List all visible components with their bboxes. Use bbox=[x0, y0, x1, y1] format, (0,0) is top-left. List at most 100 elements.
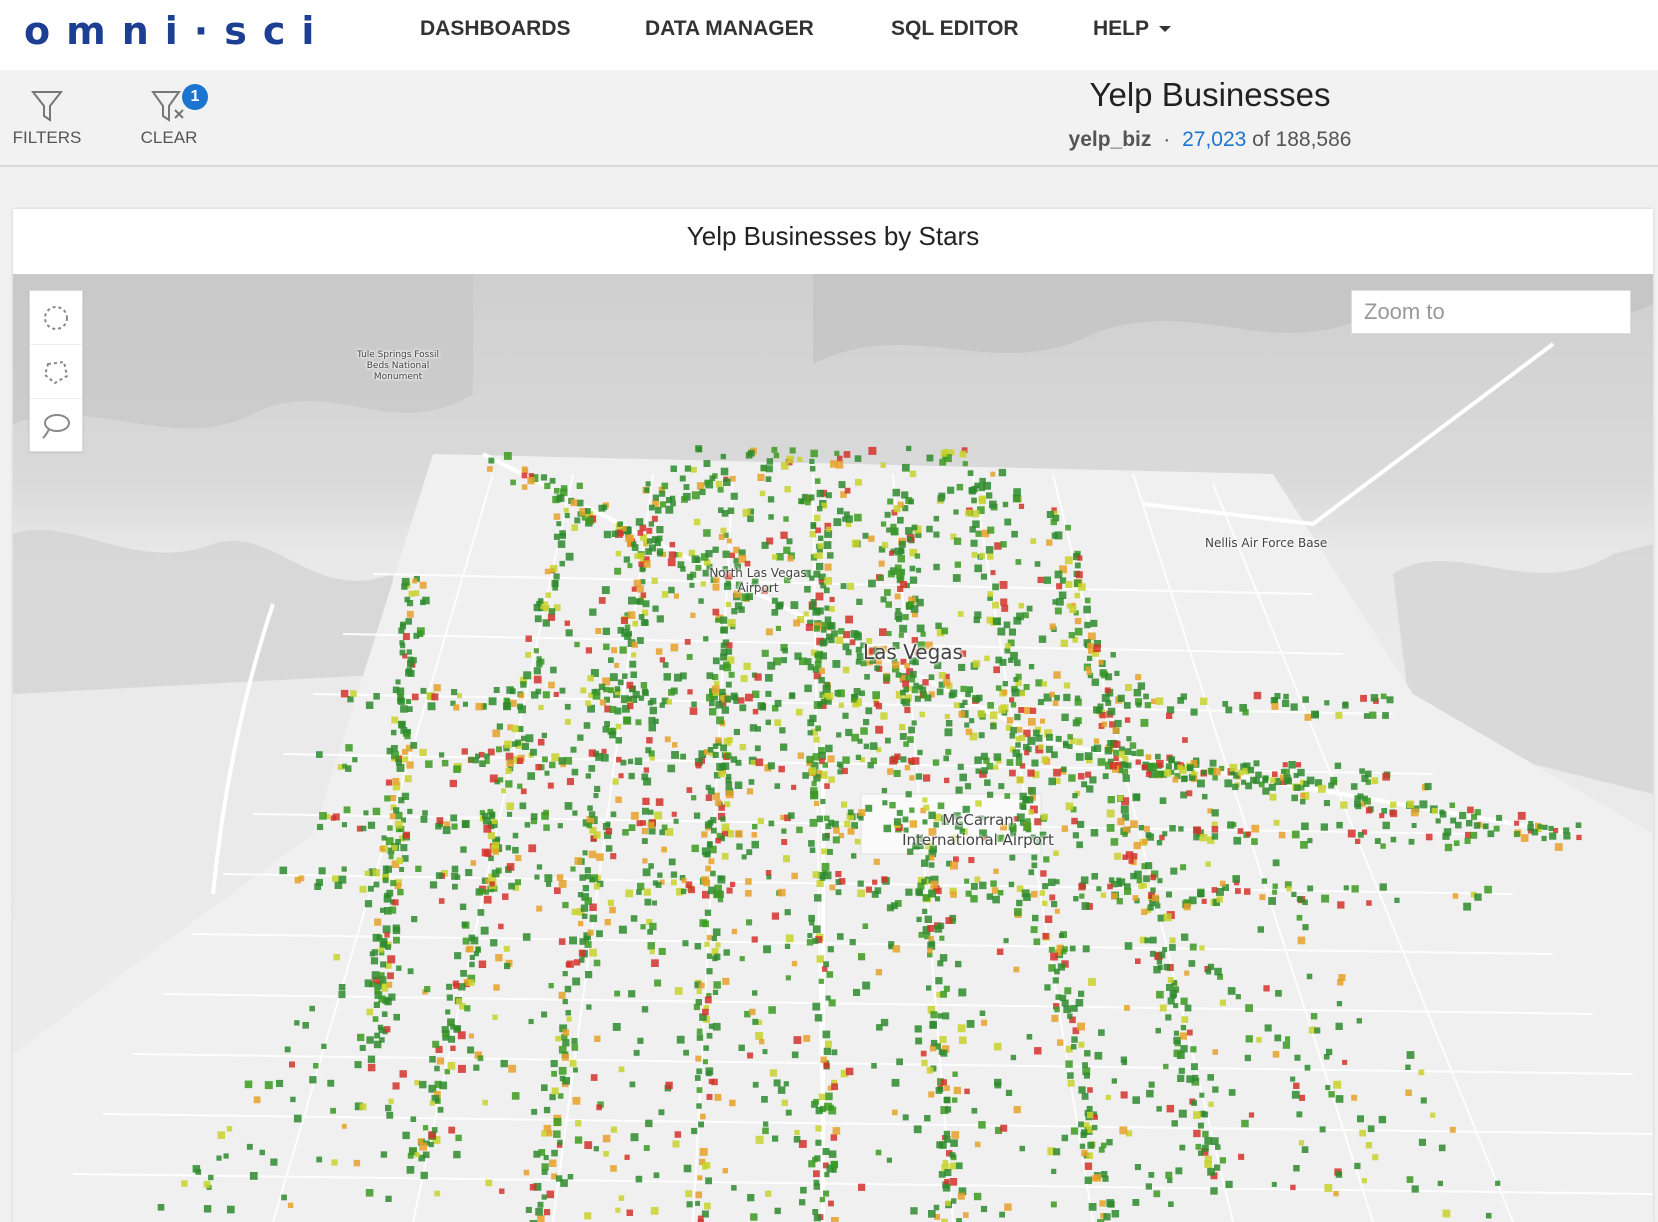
business-point bbox=[733, 557, 739, 564]
business-point bbox=[1000, 541, 1007, 548]
business-point bbox=[828, 622, 836, 630]
business-point bbox=[1299, 1094, 1306, 1101]
business-point bbox=[659, 657, 665, 663]
business-point bbox=[800, 1186, 807, 1194]
dashboard-title[interactable]: Yelp Businesses bbox=[1000, 76, 1420, 114]
business-point bbox=[359, 1103, 367, 1111]
business-point bbox=[921, 878, 927, 885]
business-point bbox=[1074, 617, 1082, 625]
business-point bbox=[543, 1209, 551, 1216]
business-point bbox=[503, 945, 510, 952]
business-point bbox=[816, 489, 824, 498]
business-point bbox=[1065, 581, 1073, 588]
filters-button[interactable]: FILTERS bbox=[2, 88, 92, 148]
business-point bbox=[414, 1152, 420, 1158]
business-point bbox=[1090, 829, 1099, 837]
business-point bbox=[957, 1192, 965, 1200]
clear-filters-button[interactable]: 1 CLEAR bbox=[124, 84, 214, 148]
business-point bbox=[404, 733, 411, 740]
business-point bbox=[902, 614, 909, 621]
business-point bbox=[1268, 897, 1276, 905]
nav-dashboards[interactable]: DASHBOARDS bbox=[420, 14, 571, 44]
business-point bbox=[1302, 924, 1309, 931]
business-point bbox=[806, 939, 814, 946]
lasso-select-button[interactable] bbox=[30, 399, 82, 452]
business-point bbox=[1156, 1106, 1162, 1112]
business-point bbox=[572, 1096, 581, 1105]
business-point bbox=[512, 846, 519, 854]
business-point bbox=[1084, 752, 1093, 760]
business-point bbox=[587, 805, 593, 811]
polygon-select-button[interactable] bbox=[30, 345, 82, 399]
business-point bbox=[626, 696, 633, 702]
business-point bbox=[1202, 1130, 1209, 1138]
business-point bbox=[1043, 576, 1051, 584]
business-point bbox=[826, 848, 833, 855]
business-point bbox=[771, 597, 778, 604]
business-point bbox=[1371, 777, 1379, 785]
business-point bbox=[1074, 627, 1083, 636]
business-point bbox=[588, 811, 596, 818]
business-point bbox=[654, 811, 663, 820]
nav-sql-editor[interactable]: SQL EDITOR bbox=[891, 14, 1019, 44]
business-point bbox=[586, 822, 593, 829]
business-point bbox=[844, 487, 851, 494]
business-point bbox=[651, 577, 658, 584]
business-point bbox=[835, 636, 844, 645]
business-point bbox=[385, 1195, 392, 1202]
business-point bbox=[1073, 896, 1079, 902]
business-point bbox=[808, 1160, 816, 1168]
business-point bbox=[714, 1093, 722, 1101]
business-point bbox=[774, 719, 782, 726]
business-point bbox=[1138, 825, 1144, 831]
business-point bbox=[558, 757, 566, 765]
nav-help[interactable]: HELP bbox=[1093, 14, 1172, 44]
business-point bbox=[955, 1162, 963, 1170]
business-point bbox=[227, 1205, 235, 1214]
business-point bbox=[689, 707, 698, 715]
business-point bbox=[465, 869, 473, 877]
business-point bbox=[579, 874, 586, 881]
business-point bbox=[1054, 1006, 1060, 1013]
chart-title[interactable]: Yelp Businesses by Stars bbox=[13, 221, 1653, 252]
business-point bbox=[761, 649, 769, 657]
business-point bbox=[611, 530, 619, 537]
circle-select-button[interactable] bbox=[30, 291, 82, 345]
business-point bbox=[956, 483, 964, 491]
omnisci-logo[interactable]: omni·sci bbox=[24, 6, 330, 56]
business-point bbox=[1111, 1078, 1117, 1084]
business-point bbox=[704, 996, 712, 1004]
business-point bbox=[1084, 621, 1091, 629]
business-point bbox=[896, 570, 904, 579]
business-point bbox=[853, 688, 861, 695]
business-point bbox=[1105, 673, 1113, 681]
point-map[interactable]: Tule Springs Fossil Beds National Monume… bbox=[13, 274, 1653, 1222]
business-point bbox=[721, 852, 729, 860]
business-point bbox=[1149, 763, 1158, 771]
business-point bbox=[643, 888, 651, 896]
business-point bbox=[1152, 894, 1159, 902]
business-point bbox=[646, 737, 653, 744]
business-point bbox=[878, 575, 884, 581]
business-point bbox=[1063, 740, 1069, 747]
business-point bbox=[1193, 834, 1200, 841]
business-point bbox=[1333, 1080, 1342, 1089]
business-point bbox=[637, 552, 645, 560]
business-point bbox=[620, 616, 628, 624]
business-point bbox=[614, 662, 620, 668]
business-point bbox=[520, 788, 527, 795]
business-point bbox=[365, 1189, 374, 1197]
business-point bbox=[1431, 808, 1438, 814]
business-point bbox=[973, 616, 980, 624]
business-point bbox=[637, 530, 644, 536]
business-point bbox=[1030, 538, 1037, 544]
nav-data-manager[interactable]: DATA MANAGER bbox=[645, 14, 814, 44]
business-point bbox=[820, 798, 826, 805]
business-point bbox=[1175, 1167, 1183, 1175]
business-point bbox=[926, 1066, 934, 1074]
business-point bbox=[778, 765, 785, 773]
business-point bbox=[1114, 852, 1122, 860]
business-point bbox=[367, 885, 374, 892]
zoom-to-input[interactable] bbox=[1351, 290, 1631, 334]
business-point bbox=[704, 909, 712, 916]
